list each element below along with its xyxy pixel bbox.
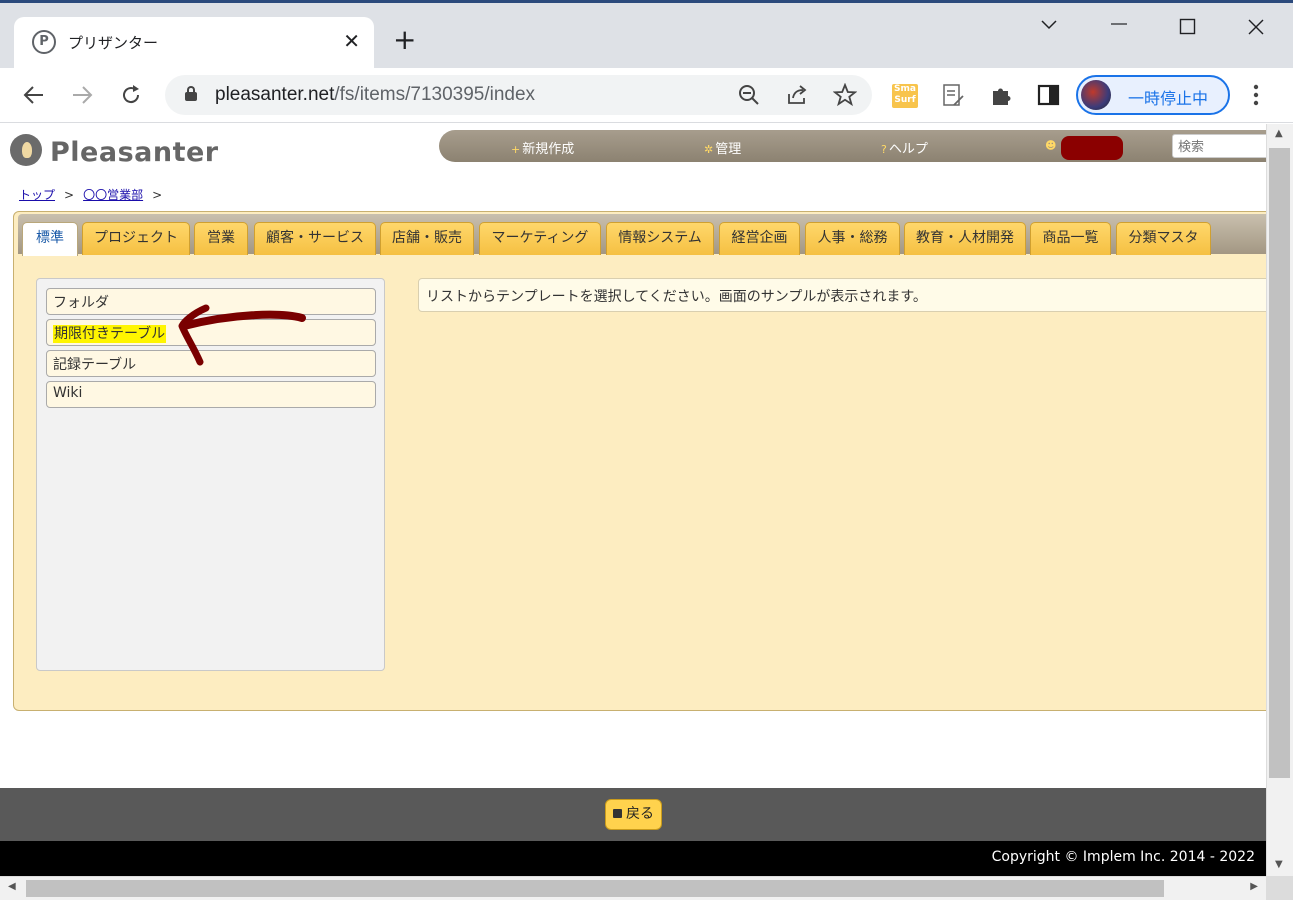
profile-button[interactable]: 一時停止中 [1076,75,1230,115]
help-icon: ? [881,143,887,156]
scroll-down-arrow-icon[interactable]: ▼ [1275,859,1283,870]
tab-sales[interactable]: 営業 [194,222,248,255]
scrollbar-corner [1266,876,1293,900]
scroll-right-arrow-icon[interactable]: ▶ [1250,881,1258,892]
breadcrumb-separator: > [152,188,163,202]
tab-store-sales[interactable]: 店舗・販売 [380,222,474,255]
template-category-tabs: 標準 プロジェクト 営業 顧客・サービス 店舗・販売 マーケティング 情報システ… [18,214,1266,256]
close-tab-icon[interactable]: ✕ [343,29,360,53]
horizontal-scroll-thumb[interactable] [26,880,1164,897]
reload-icon[interactable] [119,83,143,107]
address-bar[interactable]: pleasanter.net/fs/items/7130395/index [165,75,872,115]
pleasanter-favicon-icon: P [32,30,56,54]
star-icon[interactable] [833,83,857,107]
copyright-text: Copyright © Implem Inc. 2014 - 2022 [991,849,1255,865]
back-icon[interactable] [22,83,46,107]
nav-help[interactable]: ? ヘルプ [881,138,928,157]
annotation-arrow-icon [178,304,306,366]
tab-classification-master[interactable]: 分類マスタ [1116,222,1211,255]
footer-command-bar: 戻る [0,788,1266,841]
nav-new[interactable]: + 新規作成 [511,138,574,157]
tab-standard[interactable]: 標準 [22,222,78,256]
template-preview-message: リストからテンプレートを選択してください。画面のサンプルが表示されます。 [418,278,1266,312]
tab-project[interactable]: プロジェクト [82,222,190,255]
side-panel-icon[interactable] [1037,83,1061,107]
nav-manage[interactable]: ✲ 管理 [704,138,741,157]
tab-information-systems[interactable]: 情報システム [606,222,714,255]
more-icon[interactable] [1251,83,1261,109]
back-button-label: 戻る [626,806,654,822]
nav-new-label: 新規作成 [522,142,575,157]
puzzle-icon[interactable] [989,83,1013,107]
tab-product-list[interactable]: 商品一覧 [1030,222,1111,255]
tab-title: プリザンター [68,34,159,52]
nav-help-label: ヘルプ [888,142,928,157]
tab-corporate-planning[interactable]: 経営企画 [719,222,800,255]
plus-icon: + [511,143,521,156]
breadcrumb: トップ > 〇〇営業部 > [19,186,171,203]
tab-hr-general-affairs[interactable]: 人事・総務 [805,222,900,255]
template-item-label-highlighted: 期限付きテーブル [53,325,167,343]
template-panel: 標準 プロジェクト 営業 顧客・サービス 店舗・販売 マーケティング 情報システ… [13,211,1266,711]
footer: Copyright © Implem Inc. 2014 - 2022 [0,841,1266,876]
url-host: pleasanter.net [215,84,335,105]
breadcrumb-separator: > [64,188,75,202]
url-path: /fs/items/7130395/index [334,84,536,105]
lock-icon[interactable] [185,86,197,101]
back-button[interactable]: 戻る [605,799,662,830]
tab-marketing[interactable]: マーケティング [479,222,601,255]
tab-search-icon[interactable] [1040,18,1058,30]
gear-icon: ✲ [704,143,714,156]
logo-mark-icon [10,134,42,166]
breadcrumb-top[interactable]: トップ [19,188,55,202]
browser-toolbar: pleasanter.net/fs/items/7130395/index Sm… [0,68,1293,123]
url-text[interactable]: pleasanter.net/fs/items/7130395/index [215,84,535,106]
browser-tabstrip: P プリザンター ✕ + [0,0,1293,68]
logo-text: Pleasanter [50,137,219,168]
smasurf-icon[interactable]: Sma Surf [892,84,918,108]
nav-user[interactable]: ☻ [1045,138,1058,153]
minimize-icon[interactable] [1110,18,1128,30]
top-navigation: + 新規作成 ✲ 管理 ? ヘルプ ☻ [439,130,1266,162]
zoom-out-icon[interactable] [738,84,760,106]
search-input[interactable] [1172,134,1266,158]
user-icon: ☻ [1045,139,1057,152]
tab-customer-service[interactable]: 顧客・サービス [254,222,376,255]
tab-education-training[interactable]: 教育・人材開発 [904,222,1026,255]
profile-status: 一時停止中 [1128,89,1209,108]
share-icon[interactable] [786,84,808,106]
window-top-edge [0,0,1293,3]
maximize-icon[interactable] [1179,18,1197,36]
notes-icon[interactable] [941,83,965,109]
page-viewport: Pleasanter +新規作成 ✲管理 ?ヘルプ ☻ トップ > 〇〇営業部 > 標… [0,124,1266,876]
scroll-up-arrow-icon[interactable]: ▲ [1275,128,1283,139]
browser-tab[interactable]: P プリザンター ✕ [14,17,374,68]
template-item-wiki[interactable]: Wiki [46,381,376,408]
vertical-scroll-thumb[interactable] [1269,148,1290,778]
back-icon [613,809,622,818]
window-close-icon[interactable] [1247,18,1265,36]
horizontal-scrollbar[interactable]: ◀ ▶ [0,876,1266,900]
forward-icon[interactable] [70,83,94,107]
nav-manage-label: 管理 [715,142,742,157]
new-tab-icon[interactable]: + [393,26,416,54]
vertical-scrollbar[interactable]: ▲ ▼ [1266,124,1293,876]
redacted-username [1061,136,1123,160]
scroll-left-arrow-icon[interactable]: ◀ [8,881,16,892]
breadcrumb-department[interactable]: 〇〇営業部 [83,188,143,202]
avatar [1081,80,1111,110]
